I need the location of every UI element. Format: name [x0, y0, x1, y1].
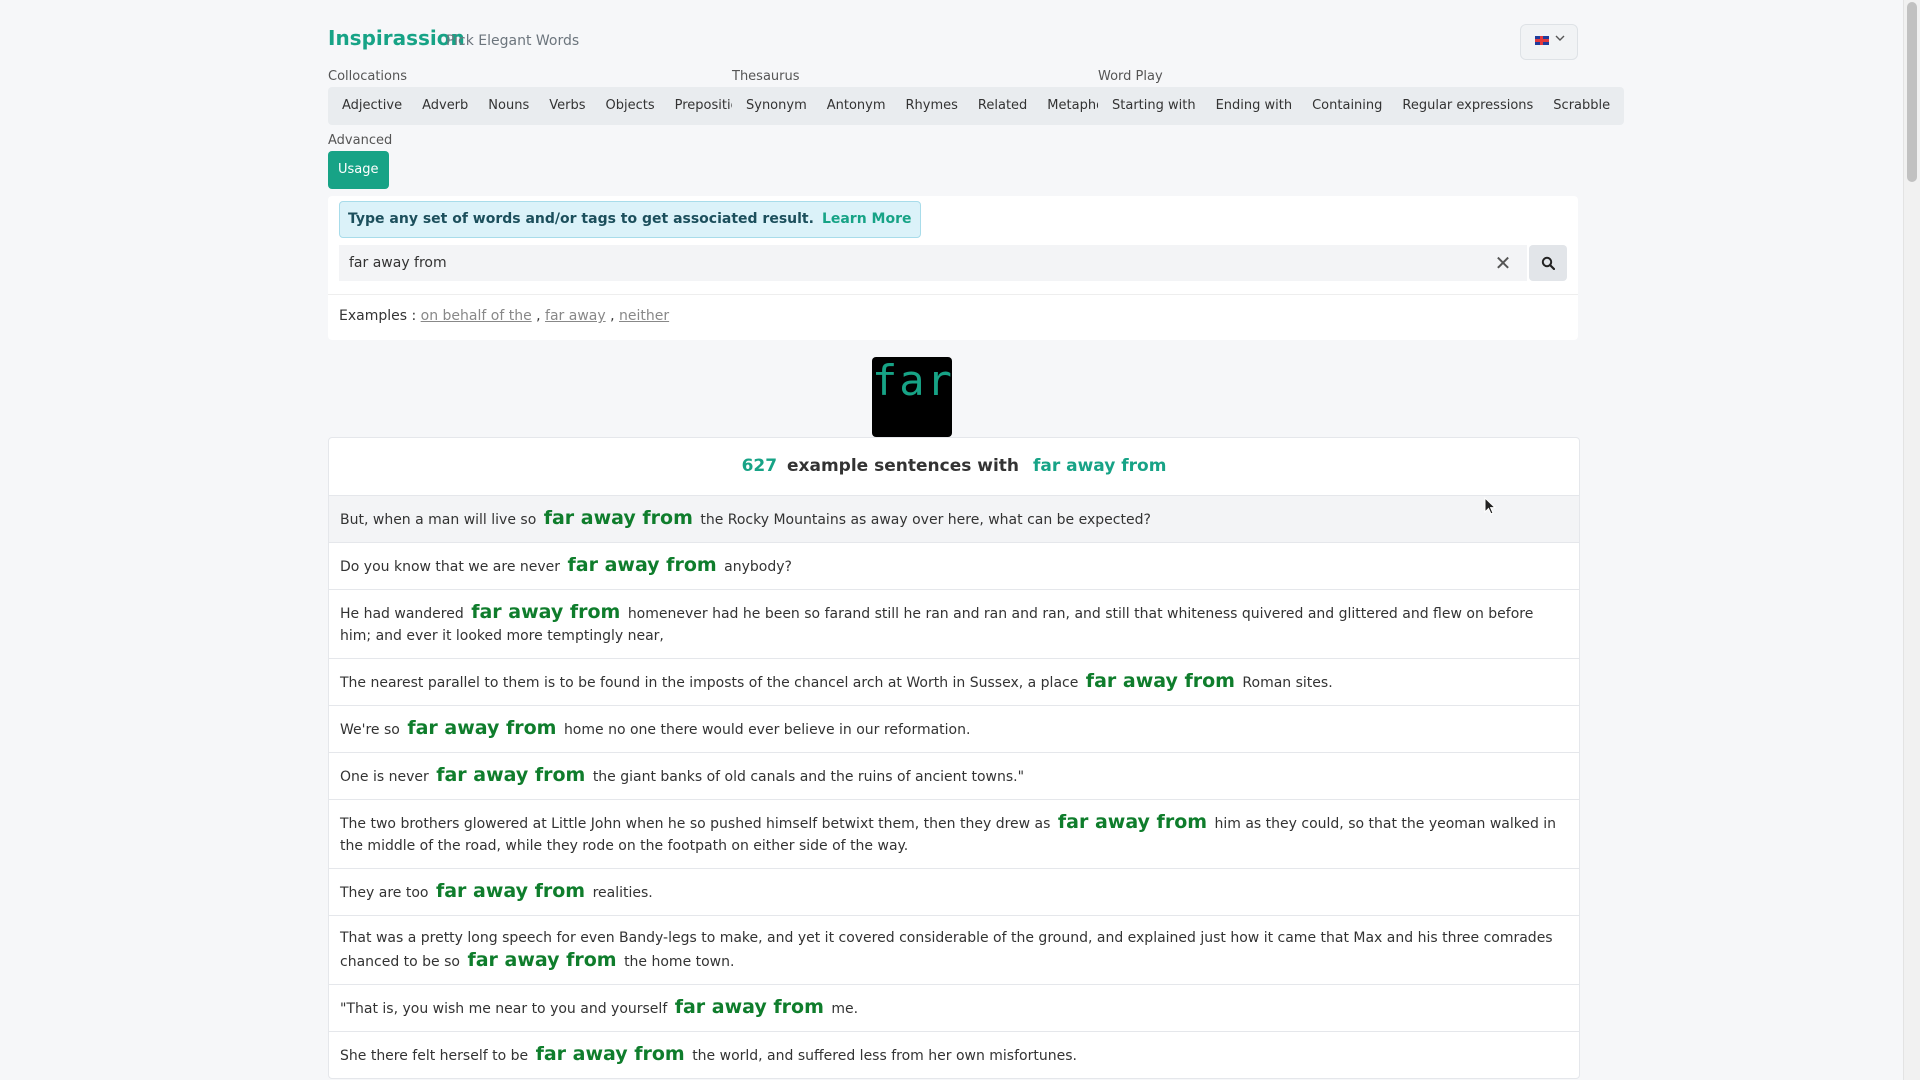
- nav-group-thesaurus: Thesaurus Synonym Antonym Rhymes Related Met…: [732, 69, 1131, 125]
- sentence-row: The nearest parallel to them is to be fo…: [329, 658, 1579, 705]
- divider: [328, 294, 1578, 295]
- sentence-text: He had wandered: [340, 606, 464, 622]
- collocations-tab[interactable]: Nouns: [478, 87, 539, 125]
- sentence-row: They are too far away from realities.: [329, 868, 1579, 915]
- sentence-highlight[interactable]: far away from: [436, 764, 585, 786]
- chevron-down-icon: [1555, 32, 1565, 46]
- sentence-row: Do you know that we are never far away f…: [329, 542, 1579, 589]
- sentence-text: "That is, you wish me near to you and yo…: [340, 1001, 668, 1017]
- collocations-tab[interactable]: Objects: [596, 87, 665, 125]
- wordplay-tab[interactable]: Containing: [1302, 87, 1392, 125]
- nav-group-advanced: Advanced Usage: [328, 133, 392, 189]
- sentence-text: anybody?: [724, 559, 792, 575]
- search-input[interactable]: [339, 245, 1479, 281]
- word-logo-image: far: [872, 357, 952, 437]
- clear-icon[interactable]: ✕: [1479, 245, 1527, 281]
- brand-logo-text[interactable]: Inspirassion: [328, 26, 465, 50]
- results-panel: 627 example sentences with far away from…: [328, 437, 1580, 1079]
- sentence-text: Roman sites.: [1242, 675, 1333, 691]
- nav-group-collocations: Collocations Adjective Adverb Nouns Verbs Ob…: [328, 69, 768, 125]
- sentence-row: The two brothers glowered at Little John…: [329, 799, 1579, 868]
- thesaurus-tab[interactable]: Synonym: [736, 87, 817, 125]
- info-alert: Type any set of words and/or tags to get…: [339, 201, 921, 238]
- sentence-highlight[interactable]: far away from: [467, 949, 616, 971]
- sentence-row: That was a pretty long speech for even B…: [329, 915, 1579, 984]
- sentence-row: One is never far away from the giant ban…: [329, 752, 1579, 799]
- sentence-text: But, when a man will live so: [340, 512, 537, 528]
- sentence-text: me.: [831, 1001, 859, 1017]
- sentence-highlight[interactable]: far away from: [568, 554, 717, 576]
- info-text: Type any set of words and/or tags to get…: [348, 211, 814, 227]
- sentence-text: realities.: [592, 885, 653, 901]
- sentence-highlight[interactable]: far away from: [471, 601, 620, 623]
- results-heading: 627 example sentences with far away from: [329, 438, 1579, 495]
- scrollbar[interactable]: [1903, 0, 1920, 1080]
- thesaurus-tab[interactable]: Rhymes: [896, 87, 968, 125]
- scroll-thumb[interactable]: [1907, 2, 1917, 182]
- tab-usage[interactable]: Usage: [328, 151, 389, 189]
- nav-group-wordplay: Word Play Starting with Ending with Contai…: [1098, 69, 1625, 125]
- sentence-highlight[interactable]: far away from: [407, 717, 556, 739]
- sentence-text: They are too: [340, 885, 429, 901]
- sentence-highlight[interactable]: far away from: [675, 996, 824, 1018]
- wordplay-tabs: Starting with Ending with Containing Regula…: [1098, 87, 1625, 125]
- examples: Examples : on behalf of the , far away ,…: [339, 308, 670, 324]
- search-button[interactable]: [1529, 245, 1567, 281]
- results-count: 627: [741, 456, 778, 476]
- results-label: example sentences with: [786, 456, 1020, 476]
- example-link[interactable]: neither: [619, 308, 669, 324]
- learn-more-link[interactable]: Learn More: [822, 211, 912, 227]
- tagline: Pick Elegant Words: [446, 33, 580, 49]
- wordplay-tab[interactable]: Regular expressions: [1392, 87, 1543, 125]
- group-label: Word Play: [1098, 69, 1163, 84]
- collocations-tab[interactable]: Adjective: [332, 87, 412, 125]
- sentence-highlight[interactable]: far away from: [1086, 670, 1235, 692]
- group-label: Advanced: [328, 133, 393, 148]
- thesaurus-tabs: Synonym Antonym Rhymes Related Metaphors: [732, 87, 1131, 125]
- thesaurus-tab[interactable]: Antonym: [817, 87, 896, 125]
- sentence-row: We're so far away from home no one there…: [329, 705, 1579, 752]
- uk-flag-icon: [1535, 36, 1549, 45]
- sentence-text: home no one there would ever believe in …: [563, 722, 971, 738]
- sentence-highlight[interactable]: far away from: [544, 507, 693, 529]
- wordplay-tab[interactable]: Scrabble: [1543, 87, 1620, 125]
- sentence-text: the home town.: [624, 954, 735, 970]
- sentence-text: She there felt herself to be: [340, 1048, 529, 1064]
- sentence-text: The nearest parallel to them is to be fo…: [340, 675, 1079, 691]
- sentence-text: the giant banks of old canals and the ru…: [592, 769, 1025, 785]
- sentence-row: But, when a man will live so far away fr…: [329, 495, 1579, 542]
- sentence-text: Do you know that we are never: [340, 559, 561, 575]
- collocations-tab[interactable]: Adverb: [412, 87, 478, 125]
- collocations-tabs: Adjective Adverb Nouns Verbs Objects Preposit…: [328, 87, 768, 125]
- sentence-text: the Rocky Mountains as away over here, w…: [700, 512, 1151, 528]
- header: Inspirassion Pick Elegant Words: [328, 24, 1578, 60]
- sentence-highlight[interactable]: far away from: [536, 1043, 685, 1065]
- sentence-highlight[interactable]: far away from: [436, 880, 585, 902]
- sentence-row: She there felt herself to be far away fr…: [329, 1031, 1579, 1078]
- results-phrase: far away from: [1032, 456, 1167, 476]
- group-label: Collocations: [328, 69, 407, 84]
- sentence-row: He had wandered far away from homenever …: [329, 589, 1579, 658]
- sentence-row: "That is, you wish me near to you and yo…: [329, 984, 1579, 1031]
- collocations-tab[interactable]: Verbs: [539, 87, 595, 125]
- search-row: ✕: [339, 245, 1567, 281]
- wordplay-tab[interactable]: Ending with: [1206, 87, 1303, 125]
- examples-label: Examples :: [339, 308, 417, 324]
- sentence-text: One is never: [340, 769, 429, 785]
- group-label: Thesaurus: [732, 69, 800, 84]
- example-link[interactable]: on behalf of the: [421, 308, 532, 324]
- wordplay-tab[interactable]: Starting with: [1102, 87, 1206, 125]
- sentence-text: The two brothers glowered at Little John…: [340, 816, 1051, 832]
- language-selector[interactable]: [1520, 24, 1578, 60]
- search-card: Type any set of words and/or tags to get…: [328, 196, 1578, 340]
- example-link[interactable]: far away: [545, 308, 606, 324]
- search-icon: [1541, 256, 1555, 270]
- sentence-text: We're so: [340, 722, 400, 738]
- sentence-highlight[interactable]: far away from: [1058, 811, 1207, 833]
- sentence-text: the world, and suffered less from her ow…: [692, 1048, 1077, 1064]
- thesaurus-tab[interactable]: Related: [968, 87, 1037, 125]
